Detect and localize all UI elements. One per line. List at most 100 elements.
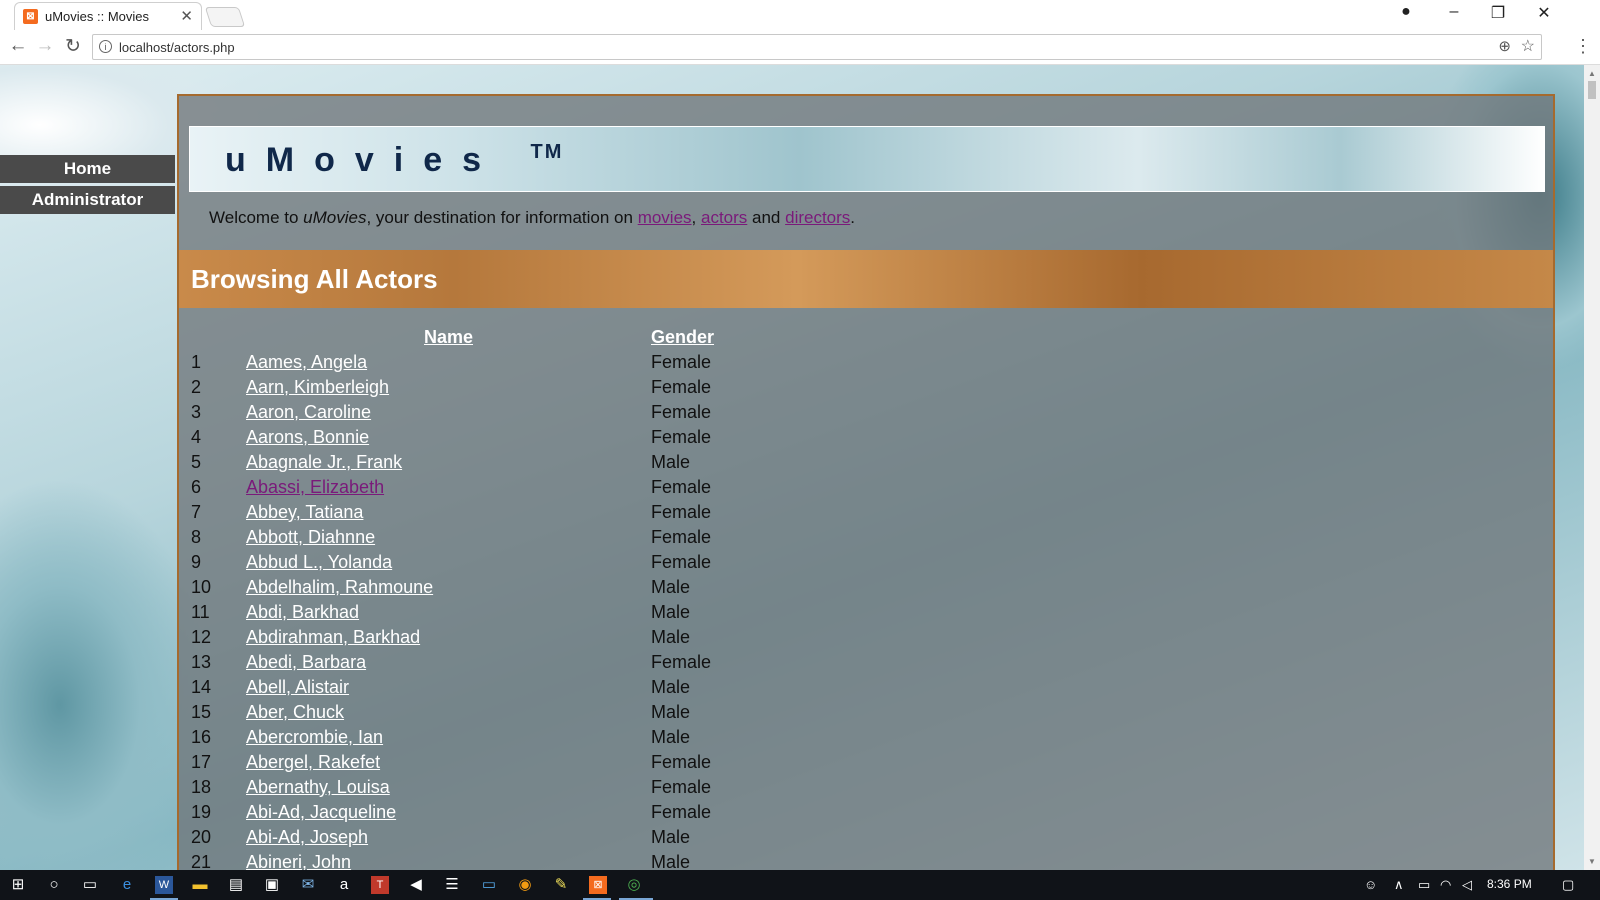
bookmark-star-icon[interactable]: ☆ bbox=[1521, 36, 1535, 56]
column-header-name[interactable]: Name bbox=[246, 324, 651, 350]
actor-name-link[interactable]: Abernathy, Louisa bbox=[246, 777, 390, 797]
actor-name-link[interactable]: Abercrombie, Ian bbox=[246, 727, 383, 747]
minimize-button[interactable]: – bbox=[1439, 3, 1469, 21]
zoom-icon[interactable]: ⊕ bbox=[1498, 37, 1511, 55]
back-icon[interactable]: ← bbox=[6, 35, 30, 57]
actor-name-link[interactable]: Aber, Chuck bbox=[246, 702, 344, 722]
actor-name-link[interactable]: Abbott, Diahnne bbox=[246, 527, 375, 547]
xampp-taskbar-icon[interactable]: ⊠ bbox=[589, 876, 607, 894]
actor-name-link[interactable]: Abassi, Elizabeth bbox=[246, 477, 384, 497]
windows-start-icon[interactable]: ⊞ bbox=[9, 876, 27, 894]
row-number: 15 bbox=[191, 702, 212, 722]
actor-name-link[interactable]: Abdirahman, Barkhad bbox=[246, 627, 420, 647]
actor-name-link[interactable]: Aaron, Caroline bbox=[246, 402, 371, 422]
directors-link[interactable]: directors bbox=[785, 208, 850, 227]
actor-name-cell: Abineri, John bbox=[246, 850, 651, 870]
row-number: 20 bbox=[191, 827, 212, 847]
media-app-icon[interactable]: ◀ bbox=[407, 876, 425, 894]
close-tab-icon[interactable]: ✕ bbox=[180, 7, 193, 25]
restore-button[interactable]: ❐ bbox=[1483, 3, 1513, 23]
actor-name-link[interactable]: Abi-Ad, Joseph bbox=[246, 827, 368, 847]
task-view-icon[interactable]: ▭ bbox=[81, 876, 99, 894]
close-window-button[interactable]: ✕ bbox=[1529, 3, 1559, 23]
actor-name-link[interactable]: Aarn, Kimberleigh bbox=[246, 377, 389, 397]
actors-link[interactable]: actors bbox=[701, 208, 747, 227]
table-row: 16 Abercrombie, Ian Male bbox=[191, 725, 851, 750]
actor-name-link[interactable]: Abbud L., Yolanda bbox=[246, 552, 392, 572]
actor-name-link[interactable]: Abbey, Tatiana bbox=[246, 502, 363, 522]
windows-taskbar: ⊞ ○ ▭ e W ▬ ▤ ▣ ✉ a T ◀ ☰ ▭ ◉ ✎ ⊠ ◎ ☺ ∧ … bbox=[0, 870, 1600, 900]
table-row: 19 Abi-Ad, Jacqueline Female bbox=[191, 800, 851, 825]
text-app-icon[interactable]: T bbox=[371, 876, 389, 894]
actor-name-link[interactable]: Abineri, John bbox=[246, 852, 351, 870]
actor-name-link[interactable]: Abagnale Jr., Frank bbox=[246, 452, 402, 472]
editor-icon[interactable]: ✎ bbox=[552, 876, 570, 894]
edge-icon[interactable]: e bbox=[118, 876, 136, 894]
welcome-and: and bbox=[747, 208, 786, 227]
actor-name-link[interactable]: Aarons, Bonnie bbox=[246, 427, 369, 447]
actor-gender: Male bbox=[651, 677, 691, 697]
forward-icon[interactable]: → bbox=[33, 35, 57, 57]
clock[interactable]: 8:36 PM bbox=[1487, 877, 1532, 891]
action-center-icon[interactable]: ▢ bbox=[1562, 877, 1574, 893]
people-icon[interactable]: ☺ bbox=[1364, 877, 1377, 892]
page-scrollbar[interactable]: ▲ ▼ bbox=[1584, 65, 1600, 870]
battery-icon[interactable]: ▭ bbox=[1418, 877, 1430, 893]
row-number: 21 bbox=[191, 852, 212, 870]
cortana-icon[interactable]: ○ bbox=[45, 876, 63, 894]
actor-name-link[interactable]: Abedi, Barbara bbox=[246, 652, 366, 672]
url-text[interactable]: localhost/actors.php bbox=[119, 40, 235, 55]
chrome-icon[interactable]: ◎ bbox=[625, 876, 643, 894]
volume-icon[interactable]: ◁ bbox=[1462, 877, 1472, 893]
blender-icon[interactable]: ◉ bbox=[516, 876, 534, 894]
movies-link[interactable]: movies bbox=[638, 208, 692, 227]
row-number: 16 bbox=[191, 727, 212, 747]
actor-gender: Female bbox=[651, 427, 712, 447]
actor-name-cell: Abi-Ad, Joseph bbox=[246, 825, 651, 850]
remote-desktop-icon[interactable]: ▭ bbox=[480, 876, 498, 894]
actor-name-link[interactable]: Abdelhalim, Rahmoune bbox=[246, 577, 433, 597]
actor-name-link[interactable]: Abdi, Barkhad bbox=[246, 602, 359, 622]
column-header-gender[interactable]: Gender bbox=[651, 324, 851, 350]
outlook-icon[interactable]: ✉ bbox=[299, 876, 317, 894]
browser-tab-strip: ⊠ uMovies :: Movies ✕ ● – ❐ ✕ bbox=[0, 0, 1600, 30]
actor-name-cell: Abassi, Elizabeth bbox=[246, 475, 651, 500]
actor-gender: Female bbox=[651, 402, 712, 422]
row-number: 10 bbox=[191, 577, 212, 597]
new-tab-button[interactable] bbox=[204, 7, 246, 27]
table-row: 15 Aber, Chuck Male bbox=[191, 700, 851, 725]
row-number: 14 bbox=[191, 677, 212, 697]
actor-name-link[interactable]: Abell, Alistair bbox=[246, 677, 349, 697]
network-app-icon[interactable]: ☰ bbox=[443, 876, 461, 894]
tray-chevron-icon[interactable]: ∧ bbox=[1394, 877, 1404, 893]
store-icon[interactable]: ▣ bbox=[263, 876, 281, 894]
profile-icon[interactable]: ● bbox=[1391, 3, 1421, 21]
sidebar-item-administrator[interactable]: Administrator bbox=[0, 186, 175, 214]
sidebar-item-home[interactable]: Home bbox=[0, 155, 175, 183]
reload-icon[interactable]: ↻ bbox=[61, 35, 85, 58]
scroll-up-icon[interactable]: ▲ bbox=[1588, 69, 1596, 78]
scrollbar-thumb[interactable] bbox=[1588, 81, 1596, 99]
actor-name-link[interactable]: Aames, Angela bbox=[246, 352, 367, 372]
amazon-icon[interactable]: a bbox=[335, 876, 353, 894]
actor-name-link[interactable]: Abi-Ad, Jacqueline bbox=[246, 802, 396, 822]
actor-name-cell: Abbott, Diahnne bbox=[246, 525, 651, 550]
row-number: 7 bbox=[191, 502, 202, 522]
actor-name-link[interactable]: Abergel, Rakefet bbox=[246, 752, 380, 772]
file-explorer-icon[interactable]: ▬ bbox=[191, 876, 209, 894]
address-bar[interactable]: i localhost/actors.php ⊕ ☆ bbox=[92, 34, 1542, 60]
row-number: 18 bbox=[191, 777, 212, 797]
welcome-site-name: uMovies bbox=[303, 208, 367, 227]
main-content-frame: uMovies TM Welcome to uMovies, your dest… bbox=[177, 94, 1555, 870]
browser-tab[interactable]: ⊠ uMovies :: Movies ✕ bbox=[14, 2, 202, 30]
info-icon[interactable]: i bbox=[99, 40, 112, 53]
row-number: 8 bbox=[191, 527, 202, 547]
actor-gender: Female bbox=[651, 352, 712, 372]
table-header-row: Name Gender bbox=[191, 324, 851, 350]
scroll-down-icon[interactable]: ▼ bbox=[1588, 857, 1596, 866]
sidebar-nav: Home Administrator bbox=[0, 155, 175, 217]
notepad-icon[interactable]: ▤ bbox=[227, 876, 245, 894]
word-icon[interactable]: W bbox=[155, 876, 173, 894]
browser-menu-icon[interactable]: ⋮ bbox=[1574, 36, 1592, 57]
wifi-icon[interactable]: ◠ bbox=[1440, 877, 1451, 893]
